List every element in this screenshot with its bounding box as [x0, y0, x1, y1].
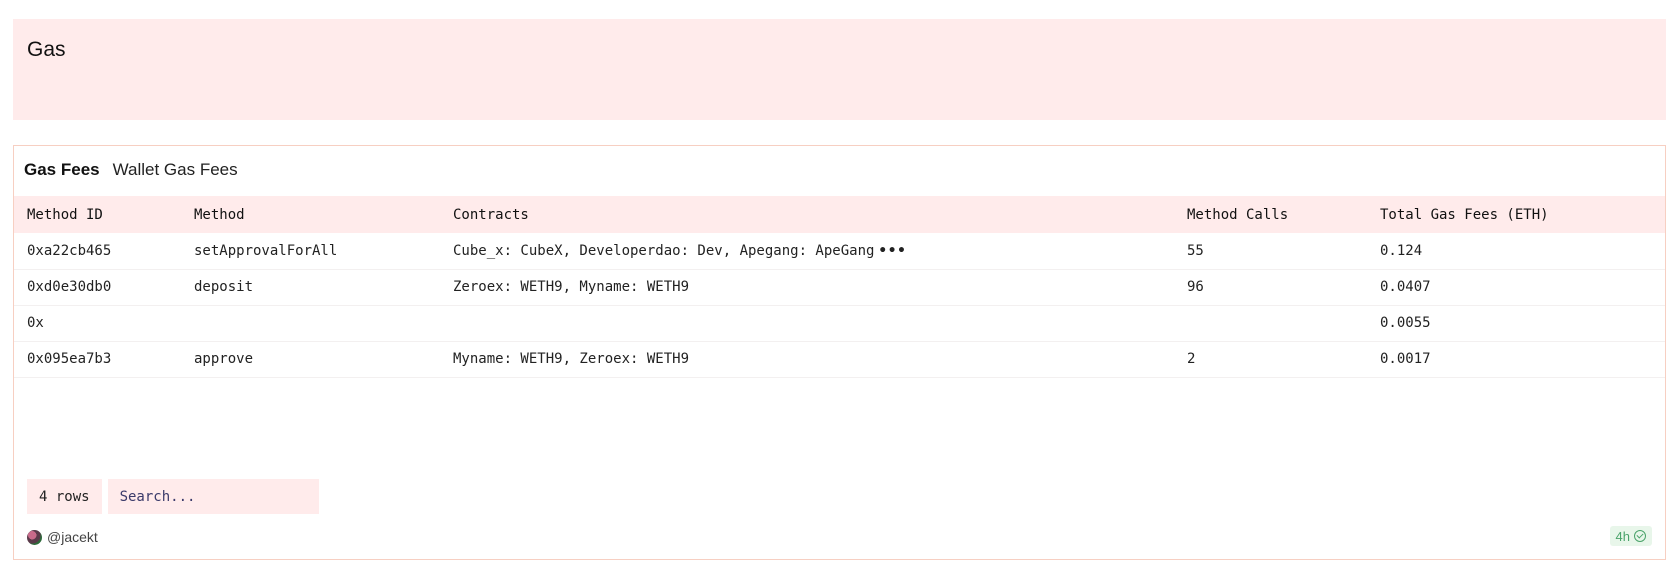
author-name: @jacekt: [47, 529, 98, 545]
cell-method: approve: [194, 351, 254, 367]
cell-method-id: 0x: [27, 315, 44, 331]
cell-contracts: [440, 305, 1174, 341]
cell-contracts: Cube_x: CubeX, Developerdao: Dev, Apegan…: [440, 233, 1174, 269]
check-circle-icon: [1634, 530, 1646, 542]
cell-contracts: Zeroex: WETH9, Myname: WETH9: [453, 279, 690, 295]
freshness-label: 4h: [1615, 528, 1630, 544]
page-header: Gas: [13, 19, 1666, 120]
cell-total-gas-fees: 0.0407: [1380, 279, 1431, 295]
cell-method-calls: 2: [1187, 351, 1196, 367]
cell-method-id: 0xd0e30db0: [27, 279, 112, 295]
cell-contracts: Myname: WETH9, Zeroex: WETH9: [453, 351, 690, 367]
cell-method: deposit: [194, 279, 254, 295]
tab-bar: Gas Fees Wallet Gas Fees: [24, 160, 238, 180]
cell-method-calls: [1174, 305, 1367, 341]
table-row: 0x095ea7b3 approve Myname: WETH9, Zeroex…: [14, 341, 1665, 377]
cell-method-id: 0x095ea7b3: [27, 351, 112, 367]
table-controls: 4 rows: [27, 479, 319, 514]
column-header-method[interactable]: Method: [181, 196, 440, 233]
avatar: [27, 529, 42, 545]
freshness-badge[interactable]: 4h: [1609, 526, 1652, 546]
cell-method: setApprovalForAll: [194, 242, 338, 259]
column-header-method-calls[interactable]: Method Calls: [1174, 196, 1367, 233]
contracts-text: Cube_x: CubeX, Developerdao: Dev, Apegan…: [453, 242, 875, 259]
table-row: 0xd0e30db0 deposit Zeroex: WETH9, Myname…: [14, 269, 1665, 305]
column-header-contracts[interactable]: Contracts: [440, 196, 1174, 233]
column-header-total-gas-fees[interactable]: Total Gas Fees (ETH): [1367, 196, 1665, 233]
query-panel: Gas Fees Wallet Gas Fees Method ID Metho…: [13, 145, 1666, 560]
tab-wallet-gas-fees[interactable]: Wallet Gas Fees: [113, 160, 238, 180]
cell-total-gas-fees: 0.0017: [1380, 351, 1431, 367]
more-contracts-icon[interactable]: •••: [878, 243, 906, 259]
tab-gas-fees[interactable]: Gas Fees: [24, 160, 100, 180]
results-table: Method ID Method Contracts Method Calls …: [14, 196, 1665, 378]
column-header-method-id[interactable]: Method ID: [14, 196, 181, 233]
cell-method-calls: 55: [1187, 242, 1204, 259]
cell-method: [181, 305, 440, 341]
cell-total-gas-fees: 0.0055: [1380, 315, 1431, 331]
cell-method-id: 0xa22cb465: [27, 242, 112, 259]
table-row: 0xa22cb465 setApprovalForAll Cube_x: Cub…: [14, 233, 1665, 269]
cell-total-gas-fees: 0.124: [1380, 242, 1423, 259]
cell-method-calls: 96: [1187, 279, 1204, 295]
page-title: Gas: [27, 38, 66, 61]
search-input[interactable]: [107, 479, 319, 514]
table-row: 0x 0.0055: [14, 305, 1665, 341]
table-header-row: Method ID Method Contracts Method Calls …: [14, 196, 1665, 233]
author-link[interactable]: @jacekt: [27, 529, 98, 545]
row-count: 4 rows: [27, 479, 102, 514]
